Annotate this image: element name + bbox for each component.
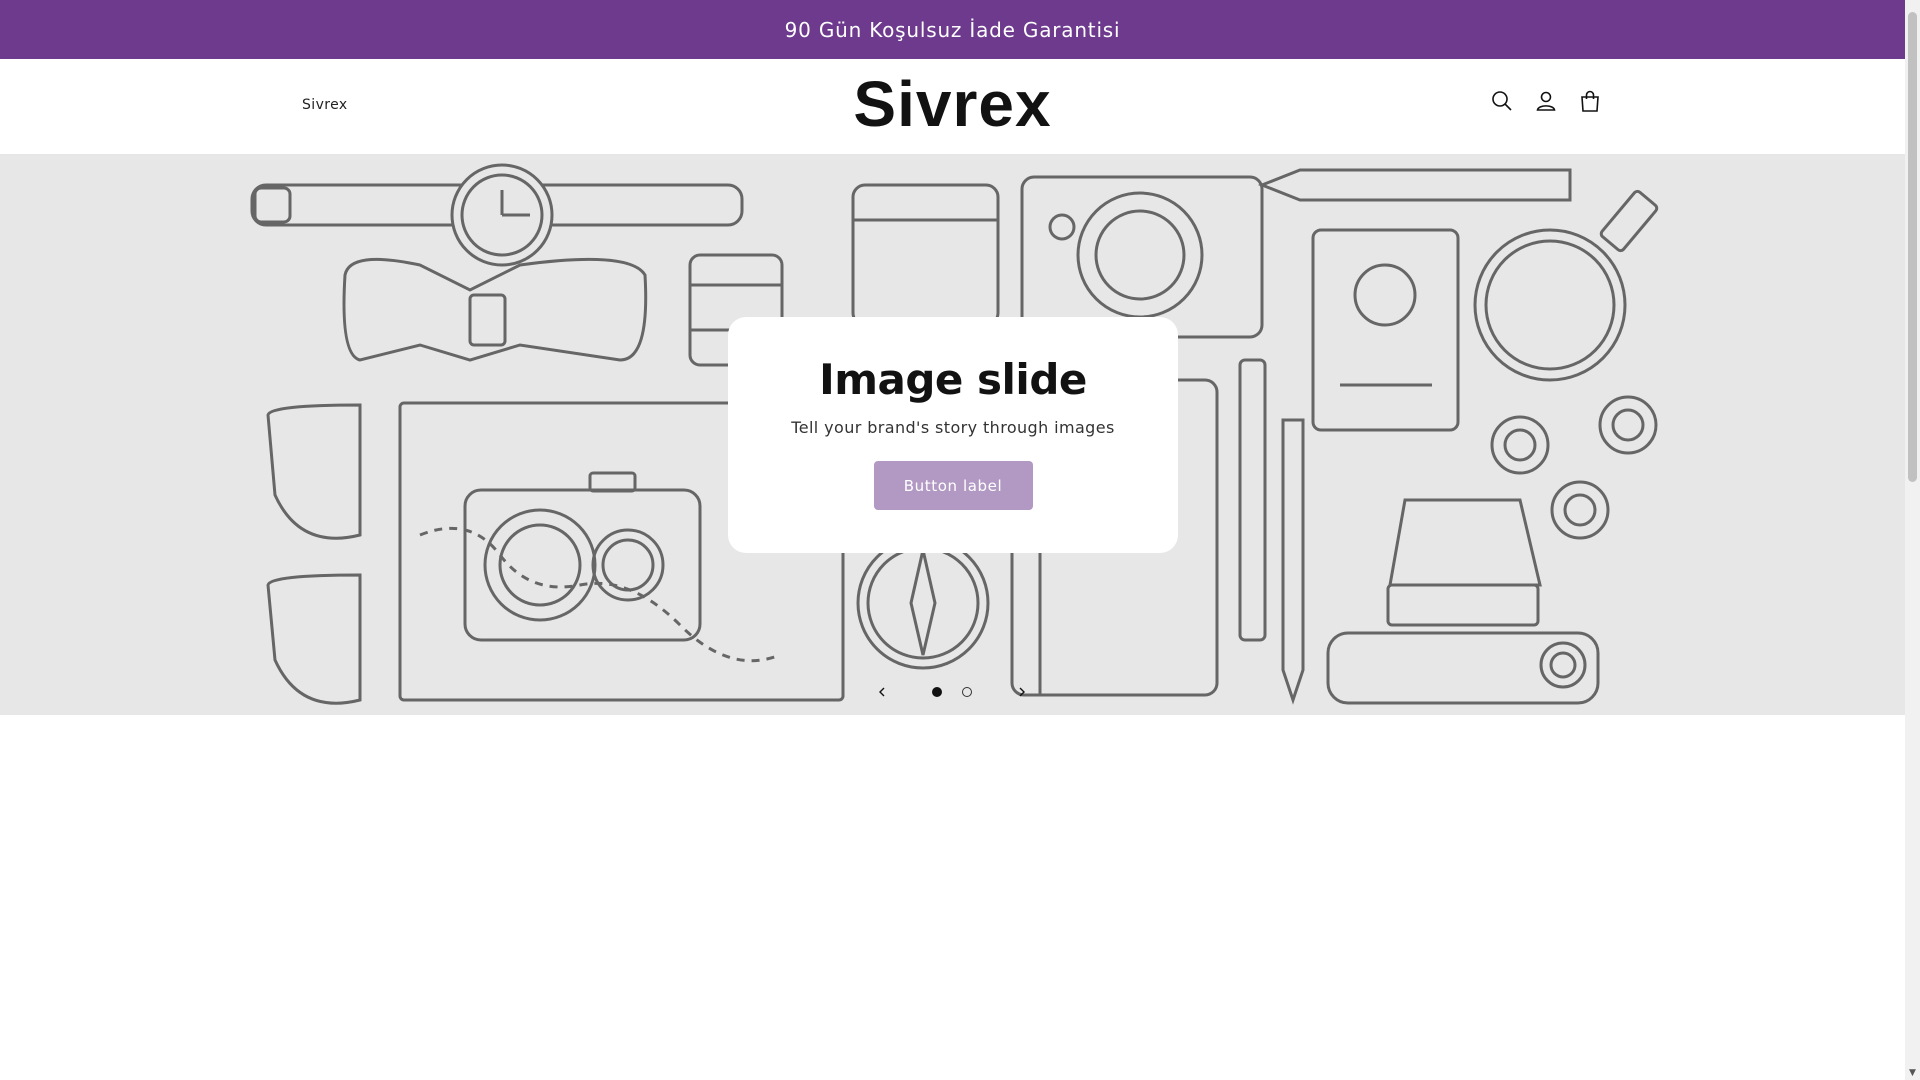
page-scrollbar[interactable]: ▼ xyxy=(1905,0,1920,1080)
announcement-text: 90 Gün Koşulsuz İade Garantisi xyxy=(784,17,1121,42)
slide-dot-1[interactable] xyxy=(932,687,942,697)
slide-dot-2[interactable] xyxy=(962,687,972,697)
cart-button[interactable] xyxy=(1576,87,1604,115)
search-button[interactable] xyxy=(1488,87,1516,115)
slideshow: Image slide Tell your brand's story thro… xyxy=(0,155,1905,715)
cart-icon xyxy=(1581,90,1599,112)
slide-next-button[interactable] xyxy=(1012,682,1032,702)
slide-title: Image slide xyxy=(819,355,1087,404)
site-header: Sivrex Sivrex xyxy=(0,59,1905,155)
chevron-left-icon xyxy=(879,687,885,697)
scroll-down-icon[interactable]: ▼ xyxy=(1908,1069,1917,1078)
account-button[interactable] xyxy=(1532,87,1560,115)
announcement-bar: 90 Gün Koşulsuz İade Garantisi xyxy=(0,0,1905,59)
nav-link-home[interactable]: Sivrex xyxy=(302,97,348,113)
site-logo[interactable]: Sivrex xyxy=(0,67,1905,141)
slide-description: Tell your brand's story through images xyxy=(791,418,1115,437)
slide-cta-button[interactable]: Button label xyxy=(873,461,1033,510)
slide-content-card: Image slide Tell your brand's story thro… xyxy=(728,317,1178,553)
slide-previous-button[interactable] xyxy=(872,682,892,702)
header-icons xyxy=(1488,87,1604,115)
slide-dots xyxy=(932,687,972,697)
slider-controls xyxy=(872,677,1032,707)
scrollbar-thumb[interactable] xyxy=(1908,12,1917,482)
account-icon xyxy=(1536,91,1556,111)
search-icon xyxy=(1492,91,1512,111)
chevron-right-icon xyxy=(1019,687,1025,697)
